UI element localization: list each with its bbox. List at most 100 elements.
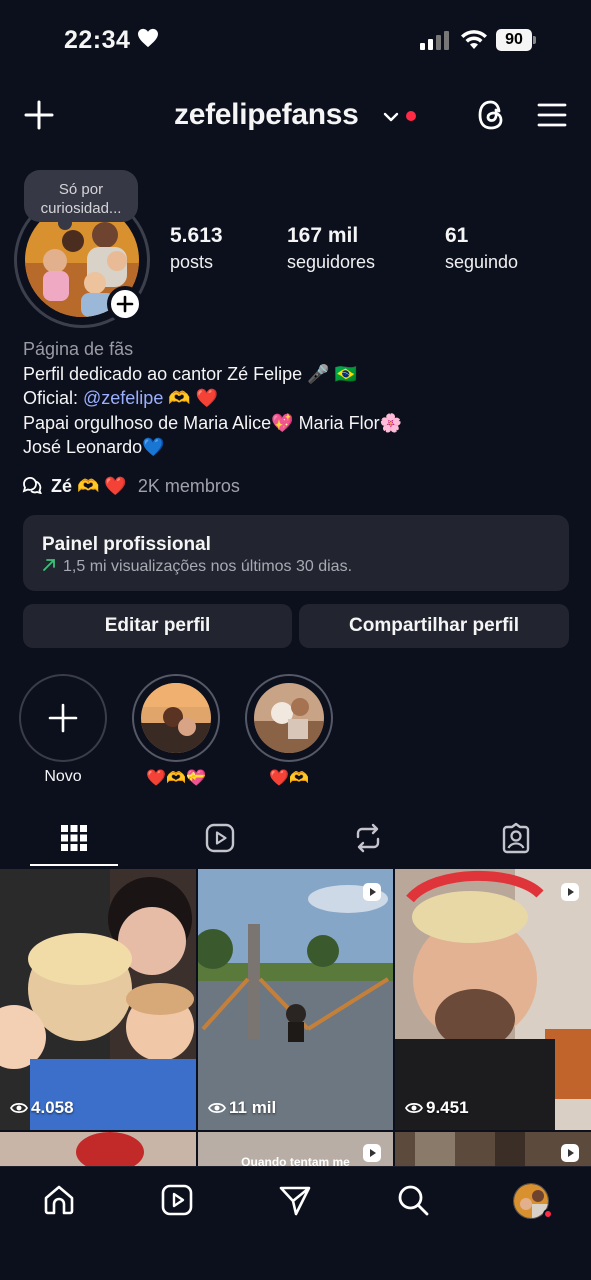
stat-followers[interactable]: 167 mil seguidores bbox=[287, 224, 375, 273]
followers-label: seguidores bbox=[287, 252, 376, 272]
bio-line: Papai orgulhoso de Maria Alice💖 Maria Fl… bbox=[23, 412, 402, 433]
bio-line: José Leonardo💙 bbox=[23, 437, 165, 457]
nav-messages[interactable] bbox=[278, 1183, 312, 1217]
cellular-signal-icon bbox=[420, 30, 452, 55]
bio-line: Perfil dedicado ao cantor Zé Felipe 🎤 🇧🇷 bbox=[23, 363, 357, 384]
heart-icon bbox=[137, 28, 159, 53]
profile-header: zefelipefanss bbox=[0, 90, 591, 142]
post-thumbnail bbox=[0, 869, 196, 1130]
bio-text: 🫶 ❤️ bbox=[163, 388, 219, 408]
dashboard-subtitle: 1,5 mi visualizações nos últimos 30 dias… bbox=[63, 558, 353, 575]
reel-badge-icon bbox=[361, 1142, 383, 1169]
profile-note[interactable]: Só por curiosidad... bbox=[24, 170, 138, 230]
profile-bio: Página de fãs Perfil dedicado ao cantor … bbox=[23, 337, 563, 460]
view-count-text: 9.451 bbox=[426, 1098, 469, 1117]
send-paper-plane-icon bbox=[279, 1186, 311, 1216]
highlight-cover bbox=[141, 683, 211, 753]
status-time: 22:34 bbox=[64, 26, 131, 54]
plus-icon bbox=[116, 295, 134, 313]
reel-badge-icon bbox=[559, 1142, 581, 1169]
tab-posts-grid[interactable] bbox=[58, 822, 90, 854]
highlight-label: ❤️🫶 bbox=[269, 770, 309, 787]
threads-icon bbox=[478, 100, 503, 130]
posts-count: 5.613 bbox=[170, 224, 223, 247]
grid-post[interactable]: Quando tentam me bbox=[198, 1132, 393, 1169]
view-count-text: 11 mil bbox=[229, 1098, 277, 1117]
grid-post[interactable] bbox=[395, 1132, 591, 1169]
edit-profile-button[interactable]: Editar perfil bbox=[23, 604, 292, 648]
highlight-item[interactable]: ❤️🫶 bbox=[245, 674, 333, 788]
posts-label: posts bbox=[170, 252, 214, 272]
hamburger-menu-icon bbox=[537, 103, 567, 127]
post-thumbnail bbox=[0, 1132, 196, 1169]
profile-category: Página de fãs bbox=[23, 339, 134, 359]
eye-icon bbox=[404, 1102, 424, 1114]
wifi-icon bbox=[460, 29, 488, 56]
post-thumbnail bbox=[395, 869, 591, 1130]
tagged-person-icon bbox=[502, 822, 530, 854]
tab-reposts[interactable] bbox=[352, 822, 384, 854]
notification-dot bbox=[543, 1209, 553, 1219]
channel-name: Zé 🫶 ❤️ bbox=[51, 476, 127, 496]
highlight-cover bbox=[254, 683, 324, 753]
reel-badge-icon bbox=[559, 881, 581, 908]
create-button[interactable] bbox=[22, 98, 56, 132]
highlight-new[interactable]: Novo bbox=[19, 674, 107, 786]
bio-line: Oficial: @zefelipe 🫶 ❤️ bbox=[23, 386, 563, 411]
channel-members: 2K membros bbox=[137, 476, 240, 496]
stat-following[interactable]: 61 seguindo bbox=[445, 224, 518, 273]
menu-button[interactable] bbox=[536, 101, 568, 129]
chat-bubbles-icon bbox=[22, 476, 43, 495]
following-count: 61 bbox=[445, 224, 469, 247]
post-thumbnail bbox=[198, 869, 393, 1130]
tab-reels[interactable] bbox=[204, 822, 236, 854]
trend-up-arrow-icon bbox=[42, 558, 56, 577]
dashboard-title: Painel profissional bbox=[42, 534, 211, 555]
following-label: seguindo bbox=[445, 252, 519, 272]
battery-indicator: 90 bbox=[496, 29, 536, 51]
notification-dot bbox=[406, 111, 416, 121]
battery-level: 90 bbox=[496, 29, 532, 51]
grid-post[interactable]: 9.451 bbox=[395, 869, 591, 1130]
active-tab-indicator bbox=[30, 864, 118, 866]
share-profile-button[interactable]: Compartilhar perfil bbox=[299, 604, 569, 648]
reels-icon bbox=[161, 1184, 193, 1216]
account-username[interactable]: zefelipefanss bbox=[174, 98, 359, 132]
bio-text: Oficial: bbox=[23, 388, 84, 408]
broadcast-channel-link[interactable]: Zé 🫶 ❤️ 2K membros bbox=[22, 476, 240, 502]
reels-icon bbox=[205, 823, 235, 853]
nav-reels[interactable] bbox=[160, 1183, 194, 1217]
repost-icon bbox=[356, 823, 380, 853]
view-count: 11 mil bbox=[207, 1098, 277, 1118]
grid-icon bbox=[61, 825, 87, 851]
grid-post[interactable] bbox=[0, 1132, 196, 1169]
status-bar: 22:34 90 bbox=[0, 0, 591, 80]
view-count: 4.058 bbox=[9, 1098, 74, 1118]
posts-grid: 4.058 11 mil 9.451 Quando tentam me bbox=[0, 869, 591, 1169]
professional-dashboard[interactable]: Painel profissional 1,5 mi visualizações… bbox=[23, 515, 569, 591]
grid-post[interactable]: 11 mil bbox=[198, 869, 393, 1130]
plus-icon bbox=[24, 100, 54, 130]
chevron-down-icon[interactable] bbox=[383, 110, 399, 128]
highlight-item[interactable]: ❤️🫶💝 bbox=[132, 674, 220, 788]
eye-icon bbox=[9, 1102, 29, 1114]
tab-tagged[interactable] bbox=[500, 822, 532, 854]
nav-search[interactable] bbox=[396, 1183, 430, 1217]
search-icon bbox=[398, 1185, 429, 1216]
plus-icon bbox=[48, 703, 78, 733]
reel-badge-icon bbox=[361, 881, 383, 908]
threads-button[interactable] bbox=[474, 98, 508, 132]
nav-home[interactable] bbox=[42, 1183, 76, 1217]
bottom-navigation bbox=[0, 1166, 591, 1280]
view-count: 9.451 bbox=[404, 1098, 469, 1118]
add-story-button[interactable] bbox=[107, 286, 143, 322]
highlight-label: Novo bbox=[44, 768, 82, 785]
bio-mention-link[interactable]: @zefelipe bbox=[83, 388, 163, 408]
stat-posts[interactable]: 5.613 posts bbox=[170, 224, 223, 273]
followers-count: 167 mil bbox=[287, 224, 359, 247]
home-icon bbox=[44, 1185, 74, 1215]
grid-post[interactable]: 4.058 bbox=[0, 869, 196, 1130]
eye-icon bbox=[207, 1102, 227, 1114]
profile-tabs bbox=[0, 810, 591, 868]
view-count-text: 4.058 bbox=[31, 1098, 74, 1117]
